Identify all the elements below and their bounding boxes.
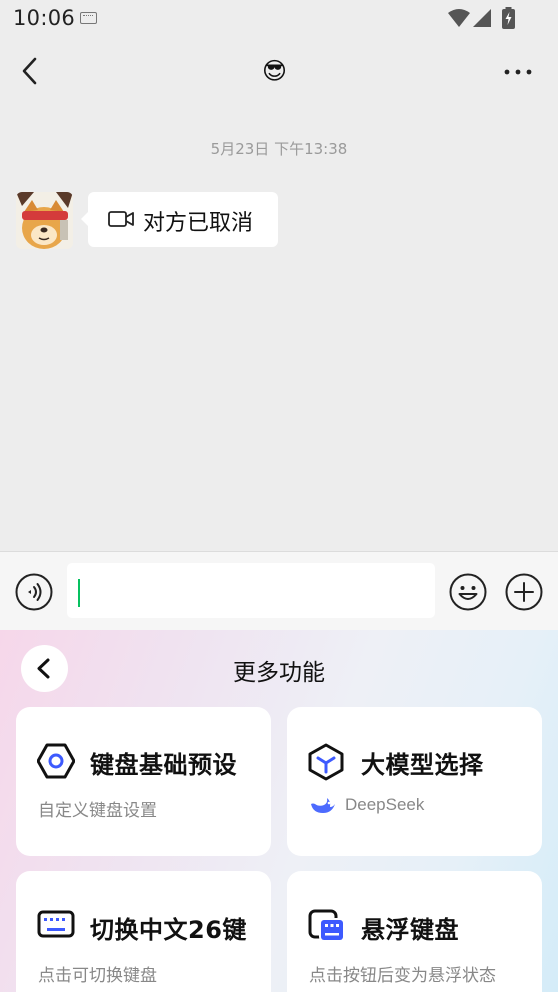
card-subtitle: 点击按钮后变为悬浮状态 [309,966,496,986]
keyboard-status-icon [80,12,97,24]
wifi-icon [448,9,470,27]
model-select-card[interactable]: 大模型选择 DeepSeek [287,707,542,856]
more-functions-button[interactable] [505,573,543,615]
deepseek-logo-icon [311,798,335,813]
card-subtitle: 点击可切换键盘 [38,966,157,986]
message-text: 对方已取消 [143,211,254,236]
message-input[interactable] [67,563,435,618]
input-bar [0,551,558,630]
hexagon-settings-icon [37,743,75,779]
status-time: 10:06 [13,6,76,30]
card-subtitle: 自定义键盘设置 [38,801,157,821]
more-dots-icon [504,69,532,75]
more-options-button[interactable] [498,58,538,86]
avatar-image [16,192,73,249]
floating-keyboard-icon [308,909,345,942]
status-bar: 10:06 [0,0,558,38]
chevron-left-icon [22,57,37,85]
panel-title: 更多功能 [233,660,325,686]
card-title: 键盘基础预设 [90,751,237,779]
floating-keyboard-card[interactable]: 悬浮键盘 点击按钮后变为悬浮状态 [287,871,542,992]
switch-26-key-card[interactable]: 切换中文26键 点击可切换键盘 [16,871,271,992]
message-timestamp: 5月23日 下午13:38 [210,140,348,158]
message-bubble[interactable]: 对方已取消 [81,192,278,247]
nav-bar: 😎 [0,38,558,104]
signal-icon [473,9,491,27]
video-call-icon [108,211,134,227]
cube-icon [308,743,344,781]
voice-icon [15,573,53,611]
card-title: 悬浮键盘 [361,916,459,944]
keyboard-presets-card[interactable]: 键盘基础预设 自定义键盘设置 [16,707,271,856]
card-title: 大模型选择 [361,751,484,779]
back-button[interactable] [14,52,48,90]
chat-title: 😎 [262,57,288,85]
panel-header: 更多功能 [0,630,558,706]
keyboard-icon [37,910,75,938]
plus-icon [505,573,543,611]
emoji-button[interactable] [449,573,487,615]
model-name: DeepSeek [345,795,425,814]
smiley-icon [449,573,487,611]
voice-input-button[interactable] [15,573,53,615]
text-cursor [78,579,80,607]
avatar[interactable] [16,192,73,249]
selected-model: DeepSeek [309,795,424,815]
card-title: 切换中文26键 [90,916,247,944]
battery-charging-icon [502,7,515,29]
keyboard-more-panel: 更多功能 键盘基础预设 自定义键盘设置 大模型选择 DeepSeek 切换中文2… [0,630,558,992]
